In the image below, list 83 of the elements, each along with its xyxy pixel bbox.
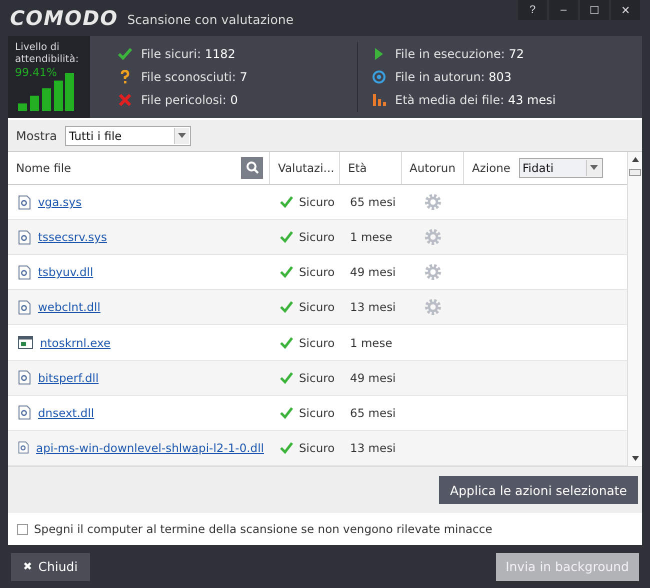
trust-value: 99.41%: [15, 66, 57, 79]
question-mark-icon: [118, 70, 132, 84]
scrollbar[interactable]: [627, 152, 642, 466]
column-header[interactable]: Autorun: [409, 160, 456, 175]
close-dialog-button[interactable]: ✖ Chiudi: [11, 552, 90, 580]
file-icon: [18, 405, 31, 420]
check-icon: [118, 46, 132, 61]
age-text: 65 mesi: [350, 406, 396, 420]
scroll-down-icon[interactable]: [632, 456, 638, 461]
app-logo: COMODO: [10, 6, 118, 30]
apply-button[interactable]: Applica le azioni selezionate: [439, 476, 638, 504]
check-icon: [280, 442, 293, 454]
file-link[interactable]: api-ms-win-downlevel-shlwapi-l2-1-0.dll: [36, 440, 264, 455]
column-header[interactable]: Valutazi...: [278, 160, 334, 175]
file-link[interactable]: tssecsrv.sys: [38, 230, 107, 244]
checkbox[interactable]: [17, 524, 28, 534]
help-button[interactable]: ?: [518, 0, 547, 20]
file-icon: [18, 440, 30, 456]
rating-text: Sicuro: [299, 230, 335, 244]
rating-text: Sicuro: [299, 265, 335, 280]
trust-label: Livello di attendibilità:: [15, 42, 77, 66]
column-header[interactable]: Età: [348, 160, 367, 175]
stat-text: File sconosciuti: 7: [141, 70, 248, 84]
stat-text: File in autorun: 803: [395, 70, 512, 84]
stat-text: File sicuri: 1182: [141, 46, 236, 61]
checkbox-label: Spegni il computer al termine della scansione se non vengono rilevate minacce: [34, 522, 492, 536]
age-text: 65 mesi: [350, 195, 396, 210]
filter-label: Mostra: [16, 128, 57, 142]
scroll-thumb[interactable]: [629, 169, 641, 176]
column-header[interactable]: Azione: [472, 160, 510, 175]
file-icon: [18, 230, 31, 245]
stat-text: Età media dei file: 43 mesi: [395, 93, 556, 108]
maximize-button[interactable]: ☐: [580, 0, 609, 20]
check-icon: [280, 372, 293, 384]
window-title: Scansione con valutazione: [127, 12, 294, 27]
rating-text: Sicuro: [299, 406, 335, 420]
search-icon: [246, 161, 258, 174]
file-icon: [18, 264, 31, 280]
file-link[interactable]: vga.sys: [38, 195, 82, 210]
check-icon: [280, 301, 293, 314]
gear-icon: [424, 193, 442, 212]
check-icon: [280, 196, 293, 208]
rating-text: Sicuro: [299, 370, 335, 385]
stat-text: File pericolosi: 0: [141, 93, 238, 108]
cross-icon: [118, 93, 132, 108]
filter-dropdown[interactable]: Tutti i file: [64, 126, 191, 146]
target-icon: [372, 70, 386, 84]
rating-text: Sicuro: [299, 195, 335, 210]
check-icon: [280, 231, 293, 244]
age-text: 49 mesi: [350, 265, 396, 280]
age-text: 13 mesi: [350, 300, 396, 314]
check-icon: [280, 266, 293, 278]
file-icon: [18, 300, 31, 315]
scroll-up-icon[interactable]: [632, 157, 638, 162]
file-link[interactable]: dnsext.dll: [38, 406, 94, 420]
file-icon: [18, 194, 31, 210]
age-text: 13 mesi: [350, 440, 396, 455]
rating-text: Sicuro: [299, 440, 335, 455]
file-link[interactable]: webclnt.dll: [38, 300, 100, 314]
gear-icon: [424, 298, 442, 316]
rating-text: Sicuro: [299, 300, 335, 314]
file-link[interactable]: tsbyuv.dll: [38, 265, 94, 280]
file-link[interactable]: bitsperf.dll: [38, 370, 99, 385]
minimize-button[interactable]: –: [549, 0, 578, 20]
age-text: 49 mesi: [350, 370, 396, 385]
bar-chart-icon: [372, 93, 386, 108]
stat-text: File in esecuzione: 72: [395, 46, 524, 61]
column-header[interactable]: Nome file: [16, 160, 72, 175]
file-link[interactable]: ntoskrnl.exe: [40, 336, 111, 350]
check-icon: [280, 336, 293, 349]
search-button[interactable]: [241, 156, 263, 179]
action-dropdown[interactable]: Fidati: [518, 158, 602, 178]
rating-text: Sicuro: [299, 336, 335, 350]
file-icon: [18, 370, 31, 386]
check-icon: [280, 406, 293, 419]
caret-icon: [178, 133, 186, 138]
caret-icon: [590, 165, 598, 170]
gear-icon: [424, 228, 442, 246]
window-icon: [18, 336, 33, 350]
age-text: 1 mese: [350, 230, 392, 244]
age-text: 1 mese: [350, 336, 392, 350]
close-button[interactable]: ✕: [611, 0, 640, 20]
gear-icon: [424, 263, 442, 282]
